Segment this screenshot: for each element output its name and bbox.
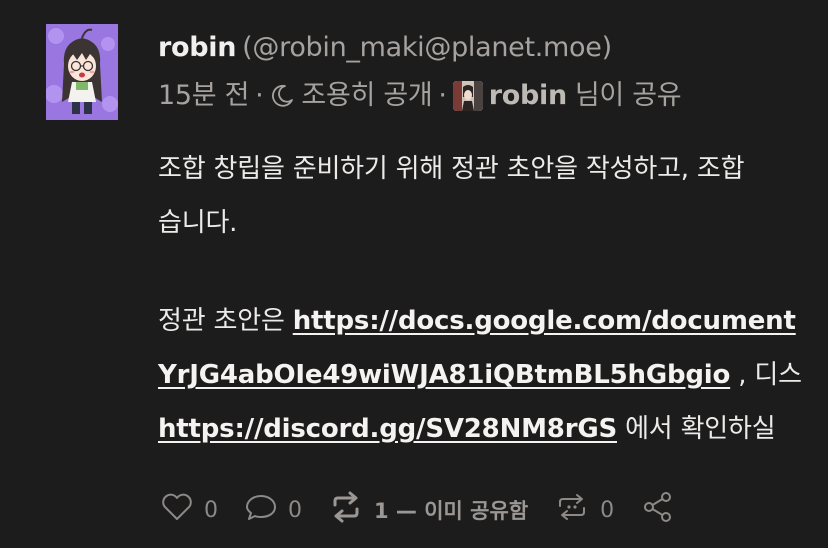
author-line: robin (@robin_maki@planet.moe) (158, 28, 681, 68)
post-time[interactable]: 15분 전 (158, 76, 249, 116)
post-header: robin (@robin_maki@planet.moe) 15분 전 · 조용… (158, 28, 682, 116)
heart-icon (160, 492, 194, 528)
status-post: robin (@robin_maki@planet.moe) 15분 전 · 조용… (0, 0, 828, 548)
docs-link-continued[interactable]: YrJG4abOIe49wiWJA81iQBtmBL5hGbgio (158, 360, 730, 390)
visibility-label: 조용히 공개 (301, 80, 433, 111)
speech-bubble-icon (244, 492, 278, 528)
quote-button[interactable]: 0 (554, 491, 614, 529)
share-icon (640, 490, 676, 530)
paragraph-1-line-2: 습니다. (158, 208, 238, 238)
paragraph-2: 정관 초안은 https://docs.google.com/document … (158, 294, 802, 456)
like-button[interactable]: 0 (160, 492, 218, 528)
boost-button[interactable]: 1 — 이미 공유함 (328, 491, 528, 529)
paragraph-2-line-3-suffix: 에서 확인하실 (617, 414, 776, 444)
discord-link[interactable]: https://discord.gg/SV28NM8rGS (158, 414, 617, 444)
boost-suffix: 님이 공유 (574, 80, 682, 111)
post-meta: 15분 전 · 조용히 공개 · robin 님이 공유 (158, 76, 682, 116)
meta-separator: · (438, 80, 447, 111)
reply-count: 0 (288, 497, 302, 523)
booster-name[interactable]: robin (489, 76, 567, 116)
reply-button[interactable]: 0 (244, 492, 302, 528)
like-count: 0 (204, 497, 218, 523)
quote-count: 0 (600, 497, 615, 523)
share-button[interactable] (640, 490, 676, 530)
boost-icon (328, 491, 364, 529)
quote-icon (554, 491, 590, 529)
meta-separator: · (255, 80, 264, 111)
post-content: 조합 창립을 준비하기 위해 정관 초안을 작성하고, 조합 습니다. 정관 초… (158, 142, 802, 456)
moon-icon (269, 83, 295, 109)
boost-label: 1 — 이미 공유함 (374, 499, 529, 523)
author-display-name[interactable]: robin (158, 32, 236, 63)
anime-girl-avatar-icon (46, 24, 118, 120)
paragraph-1-line-1: 조합 창립을 준비하기 위해 정관 초안을 작성하고, 조합 (158, 154, 745, 184)
paragraph-2-prefix: 정관 초안은 (158, 306, 293, 336)
docs-link[interactable]: https://docs.google.com/document (293, 306, 796, 336)
booster-avatar[interactable] (452, 81, 483, 111)
paragraph-2-line-2-suffix: , 디스 (730, 360, 802, 390)
author-avatar[interactable] (46, 24, 118, 120)
paragraph-1: 조합 창립을 준비하기 위해 정관 초안을 작성하고, 조합 습니다. (158, 142, 802, 250)
action-bar: 0 0 1 — 이미 공유함 0 (160, 490, 702, 530)
author-handle[interactable]: (@robin_maki@planet.moe) (242, 32, 612, 63)
